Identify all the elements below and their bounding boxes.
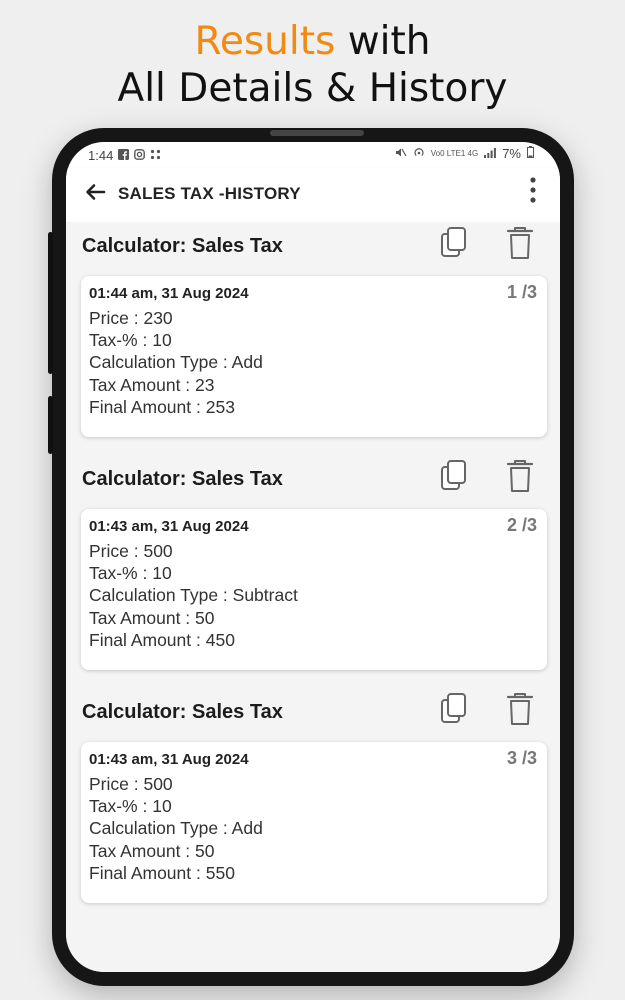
history-entry: Calculator: Sales Tax 01:43 am, 31 Aug 2… <box>66 688 560 921</box>
back-button[interactable] <box>80 176 112 208</box>
power-button <box>48 396 53 454</box>
phone-frame: 1:44 Vo0 LTE1 4G 7% SALES TAX -HISTORY C… <box>48 128 574 986</box>
result-tax-amount: Tax Amount : 50 <box>89 840 215 861</box>
result-final-amount: Final Amount : 253 <box>89 396 235 417</box>
speaker-slot <box>270 130 364 136</box>
mute-icon <box>395 147 407 161</box>
result-price: Price : 230 <box>89 308 173 328</box>
entry-title: Calculator: Sales Tax <box>82 701 283 723</box>
result-index: 3 /3 <box>506 748 537 768</box>
result-tax-percent: Tax-% : 10 <box>89 330 172 351</box>
result-tax-percent: Tax-% : 10 <box>89 563 172 584</box>
result-price: Price : 500 <box>89 541 173 561</box>
history-entry: Calculator: Sales Tax 01:43 am, 31 Aug 2… <box>66 455 560 688</box>
history-list: Calculator: Sales Tax 01:44 am, 31 Aug 2… <box>66 222 560 972</box>
overflow-menu-button[interactable] <box>526 172 540 208</box>
copy-button[interactable] <box>438 458 470 494</box>
more-vertical-icon <box>530 177 536 203</box>
result-price: Price : 500 <box>89 774 173 794</box>
result-card: 01:43 am, 31 Aug 2024 2 /3 Price : 500 T… <box>81 509 547 670</box>
entry-title: Calculator: Sales Tax <box>82 468 283 490</box>
status-bar: 1:44 Vo0 LTE1 4G 7% <box>66 142 560 168</box>
delete-button[interactable] <box>504 225 536 261</box>
app-bar-title: SALES TAX -HISTORY <box>118 184 301 203</box>
trash-icon <box>506 460 534 492</box>
delete-button[interactable] <box>504 458 536 494</box>
result-tax-amount: Tax Amount : 23 <box>89 374 215 395</box>
result-timestamp: 01:44 am, 31 Aug 2024 <box>89 285 249 302</box>
result-card: 01:44 am, 31 Aug 2024 1 /3 Price : 230 T… <box>81 276 547 437</box>
result-calc-type: Calculation Type : Subtract <box>89 585 298 606</box>
result-timestamp: 01:43 am, 31 Aug 2024 <box>89 751 249 768</box>
volume-button <box>48 232 53 374</box>
app-bar: SALES TAX -HISTORY <box>66 168 560 222</box>
entry-title: Calculator: Sales Tax <box>82 235 283 257</box>
trash-icon <box>506 693 534 725</box>
battery-percent: 7% <box>502 146 521 161</box>
hotspot-icon <box>413 146 425 161</box>
result-final-amount: Final Amount : 550 <box>89 862 235 883</box>
copy-button[interactable] <box>438 225 470 261</box>
copy-icon <box>441 227 466 257</box>
promo-headline: Results with All Details & History <box>0 18 625 112</box>
instagram-icon <box>134 148 146 163</box>
result-final-amount: Final Amount : 450 <box>89 629 235 650</box>
delete-button[interactable] <box>504 691 536 727</box>
headline-rest: with <box>335 19 431 64</box>
arrow-left-icon <box>86 184 106 200</box>
copy-button[interactable] <box>438 691 470 727</box>
result-tax-percent: Tax-% : 10 <box>89 796 172 817</box>
headline-accent: Results <box>194 19 336 64</box>
network-label: Vo0 LTE1 4G <box>430 148 479 158</box>
result-card: 01:43 am, 31 Aug 2024 3 /3 Price : 500 T… <box>81 742 547 903</box>
result-calc-type: Calculation Type : Add <box>89 818 263 839</box>
result-index: 2 /3 <box>506 515 537 535</box>
status-time: 1:44 <box>88 148 114 163</box>
trash-icon <box>506 227 534 259</box>
signal-icon <box>484 147 497 161</box>
dots-grid-icon <box>150 149 161 163</box>
result-index: 1 /3 <box>506 282 537 302</box>
facebook-icon <box>118 148 130 163</box>
result-tax-amount: Tax Amount : 50 <box>89 607 215 628</box>
headline-line-2: All Details & History <box>117 66 508 111</box>
phone-screen: 1:44 Vo0 LTE1 4G 7% SALES TAX -HISTORY C… <box>66 142 560 972</box>
history-entry: Calculator: Sales Tax 01:44 am, 31 Aug 2… <box>66 222 560 455</box>
result-timestamp: 01:43 am, 31 Aug 2024 <box>89 518 249 535</box>
result-calc-type: Calculation Type : Add <box>89 352 263 373</box>
copy-icon <box>441 460 466 490</box>
headline-line-1: Results with <box>0 18 625 65</box>
copy-icon <box>441 693 466 723</box>
battery-icon <box>527 146 534 161</box>
